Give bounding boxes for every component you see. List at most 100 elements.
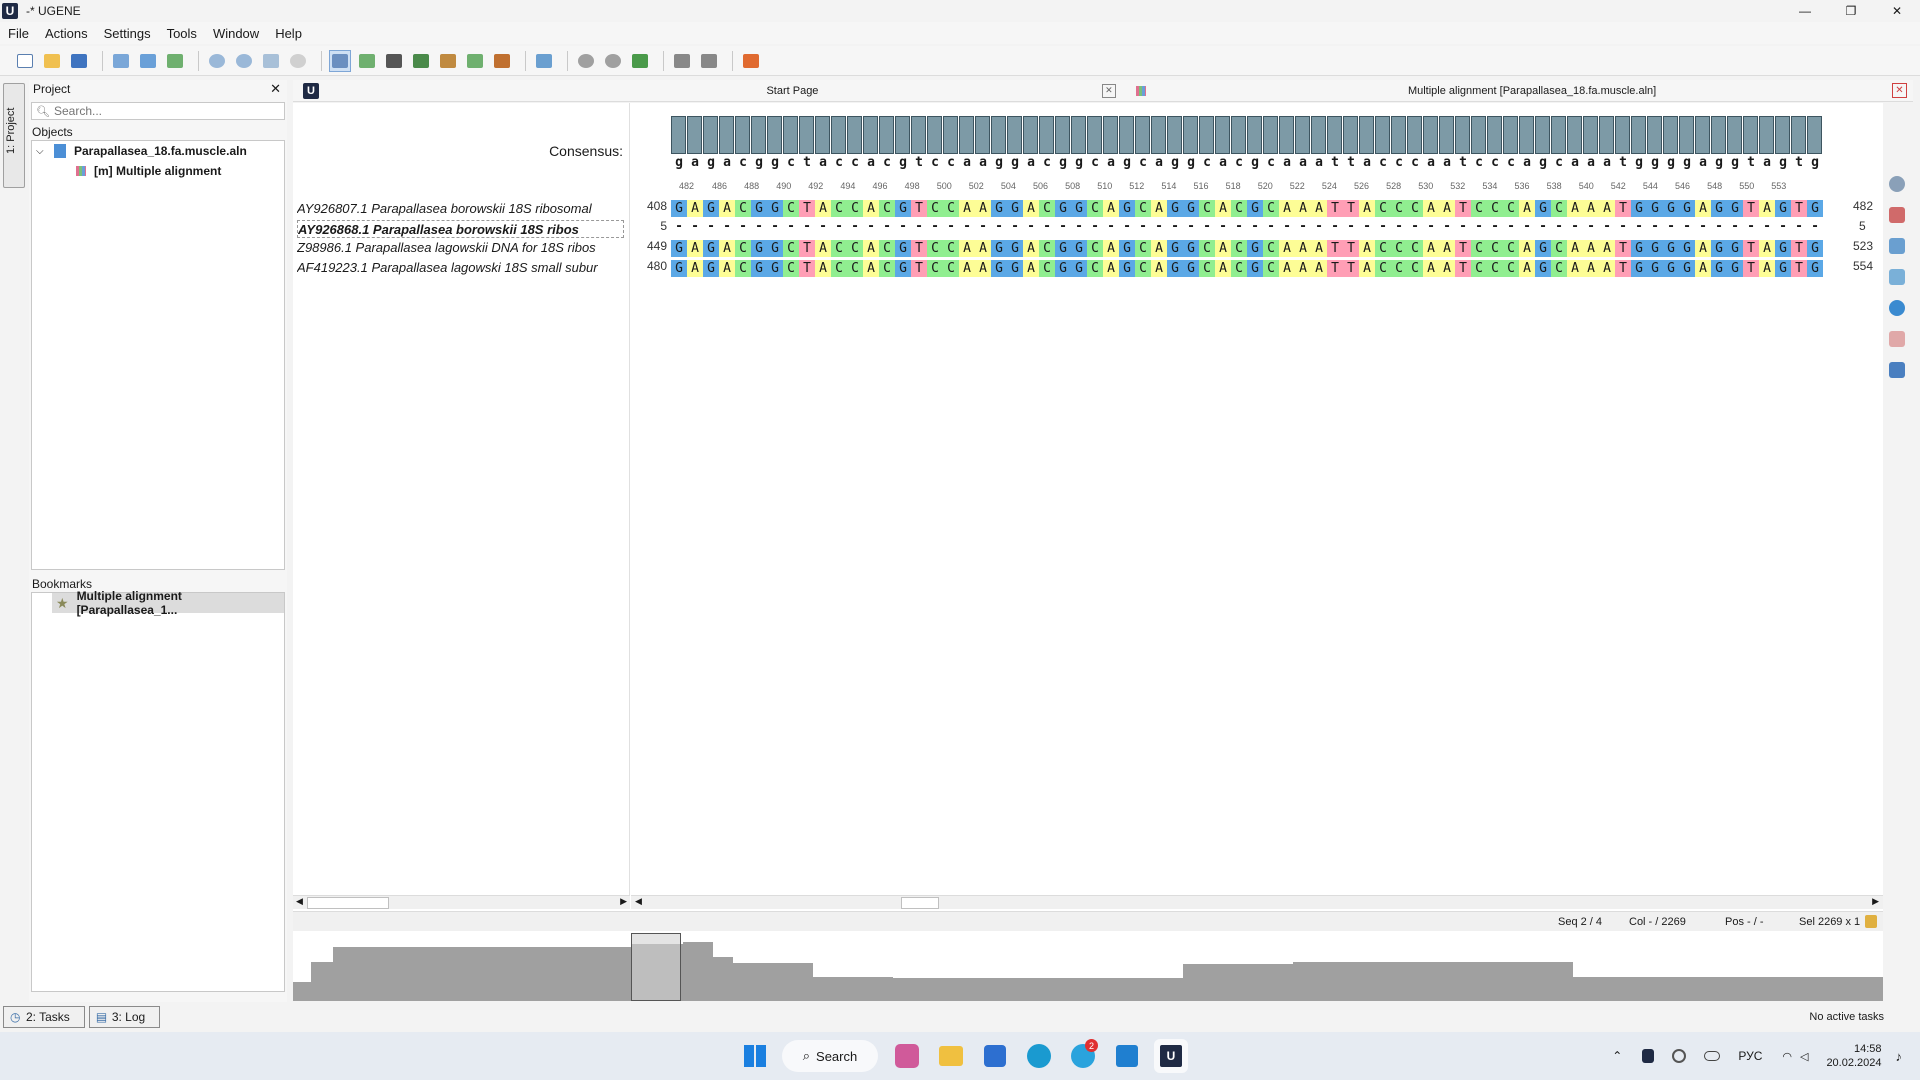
base-cell[interactable]: A	[719, 200, 735, 217]
base-cell[interactable]: C	[1199, 240, 1215, 257]
base-cell[interactable]: G	[1183, 260, 1199, 277]
base-cell[interactable]: C	[1551, 200, 1567, 217]
base-cell[interactable]: G	[1711, 260, 1727, 277]
base-cell[interactable]: C	[1087, 260, 1103, 277]
base-cell[interactable]: G	[1167, 240, 1183, 257]
add-sequence-button[interactable]	[356, 50, 378, 72]
base-cell[interactable]: C	[735, 240, 751, 257]
general-options-button[interactable]	[1884, 170, 1910, 198]
base-cell[interactable]: G	[1247, 200, 1263, 217]
base-cell[interactable]: C	[879, 200, 895, 217]
base-cell[interactable]: -	[1775, 220, 1791, 237]
base-cell[interactable]: G	[1679, 260, 1695, 277]
vscode-icon[interactable]	[1110, 1039, 1144, 1073]
base-cell[interactable]: -	[1039, 220, 1055, 237]
base-cell[interactable]: -	[975, 220, 991, 237]
base-cell[interactable]: G	[1071, 240, 1087, 257]
alignment-scroll-thumb[interactable]	[901, 897, 939, 909]
base-cell[interactable]: -	[1215, 220, 1231, 237]
base-cell[interactable]: -	[735, 220, 751, 237]
base-cell[interactable]: C	[1503, 200, 1519, 217]
base-cell[interactable]: -	[719, 220, 735, 237]
base-cell[interactable]: -	[1247, 220, 1263, 237]
base-cell[interactable]: T	[1743, 240, 1759, 257]
base-cell[interactable]: A	[1759, 240, 1775, 257]
sequence-row[interactable]: GAGACGGCTACCACGTCCAAGGACGGCAGCAGGCACGCAA…	[671, 200, 1823, 217]
base-cell[interactable]: G	[703, 200, 719, 217]
base-cell[interactable]: G	[1535, 260, 1551, 277]
start-button[interactable]	[738, 1039, 772, 1073]
base-cell[interactable]: C	[1471, 260, 1487, 277]
base-cell[interactable]: C	[1391, 200, 1407, 217]
sequence-name[interactable]: AY926868.1 Parapallasea borowskii 18S ri…	[297, 220, 624, 238]
base-cell[interactable]: C	[735, 200, 751, 217]
base-cell[interactable]: G	[1727, 240, 1743, 257]
sequence-name[interactable]: AF419223.1 Parapallasea lagowski 18S sma…	[297, 259, 624, 277]
base-cell[interactable]: C	[1231, 260, 1247, 277]
base-cell[interactable]: G	[1663, 200, 1679, 217]
base-cell[interactable]: A	[1151, 200, 1167, 217]
base-cell[interactable]: C	[1503, 240, 1519, 257]
base-cell[interactable]: A	[1439, 260, 1455, 277]
base-cell[interactable]: A	[1295, 260, 1311, 277]
base-cell[interactable]: -	[1695, 220, 1711, 237]
chevron-down-icon[interactable]: ⌵	[36, 146, 50, 157]
base-cell[interactable]: A	[1519, 260, 1535, 277]
names-hscroll[interactable]: ◀ ▶	[293, 895, 630, 909]
base-cell[interactable]: A	[1695, 260, 1711, 277]
base-cell[interactable]: C	[1407, 260, 1423, 277]
base-cell[interactable]: C	[1551, 240, 1567, 257]
base-cell[interactable]: A	[975, 260, 991, 277]
base-cell[interactable]: G	[767, 260, 783, 277]
undo-button[interactable]	[575, 50, 597, 72]
base-cell[interactable]: C	[783, 260, 799, 277]
base-cell[interactable]: C	[1135, 240, 1151, 257]
base-cell[interactable]: -	[1679, 220, 1695, 237]
open-button[interactable]	[41, 50, 63, 72]
base-cell[interactable]: T	[1615, 240, 1631, 257]
base-cell[interactable]: C	[1487, 240, 1503, 257]
wifi-icon[interactable]: ◠	[1782, 1050, 1792, 1063]
menu-file[interactable]: File	[0, 26, 37, 41]
base-cell[interactable]: A	[1567, 260, 1583, 277]
base-cell[interactable]: -	[1631, 220, 1647, 237]
base-cell[interactable]: -	[1807, 220, 1823, 237]
base-cell[interactable]: -	[1327, 220, 1343, 237]
base-cell[interactable]: G	[991, 240, 1007, 257]
base-cell[interactable]: A	[687, 240, 703, 257]
zoom-fit-button[interactable]	[260, 50, 282, 72]
base-cell[interactable]: A	[975, 200, 991, 217]
base-cell[interactable]: A	[1311, 260, 1327, 277]
base-cell[interactable]: A	[1583, 200, 1599, 217]
base-cell[interactable]: -	[687, 220, 703, 237]
base-cell[interactable]: -	[751, 220, 767, 237]
base-cell[interactable]: -	[1663, 220, 1679, 237]
base-cell[interactable]: C	[783, 240, 799, 257]
base-cell[interactable]: A	[719, 260, 735, 277]
shift-button[interactable]	[491, 50, 513, 72]
base-cell[interactable]: G	[1119, 240, 1135, 257]
replace-button[interactable]	[629, 50, 651, 72]
base-cell[interactable]: -	[879, 220, 895, 237]
base-cell[interactable]: G	[1679, 240, 1695, 257]
base-cell[interactable]: G	[1807, 260, 1823, 277]
base-cell[interactable]: -	[991, 220, 1007, 237]
base-cell[interactable]: -	[927, 220, 943, 237]
base-cell[interactable]: A	[1583, 240, 1599, 257]
security-icon[interactable]	[1642, 1049, 1655, 1063]
base-cell[interactable]: A	[1215, 260, 1231, 277]
base-cell[interactable]: C	[1471, 200, 1487, 217]
base-cell[interactable]: G	[703, 260, 719, 277]
base-cell[interactable]: C	[1199, 260, 1215, 277]
scroll-left-icon[interactable]: ◀	[635, 896, 642, 907]
base-cell[interactable]: -	[1599, 220, 1615, 237]
project-side-tab[interactable]: 1: Project	[3, 83, 25, 188]
base-cell[interactable]: -	[1295, 220, 1311, 237]
base-cell[interactable]: A	[1103, 200, 1119, 217]
base-cell[interactable]: T	[1791, 260, 1807, 277]
base-cell[interactable]: G	[1007, 240, 1023, 257]
base-cell[interactable]: C	[1039, 240, 1055, 257]
base-cell[interactable]: G	[751, 200, 767, 217]
base-cell[interactable]: A	[1103, 260, 1119, 277]
base-cell[interactable]: -	[1119, 220, 1135, 237]
